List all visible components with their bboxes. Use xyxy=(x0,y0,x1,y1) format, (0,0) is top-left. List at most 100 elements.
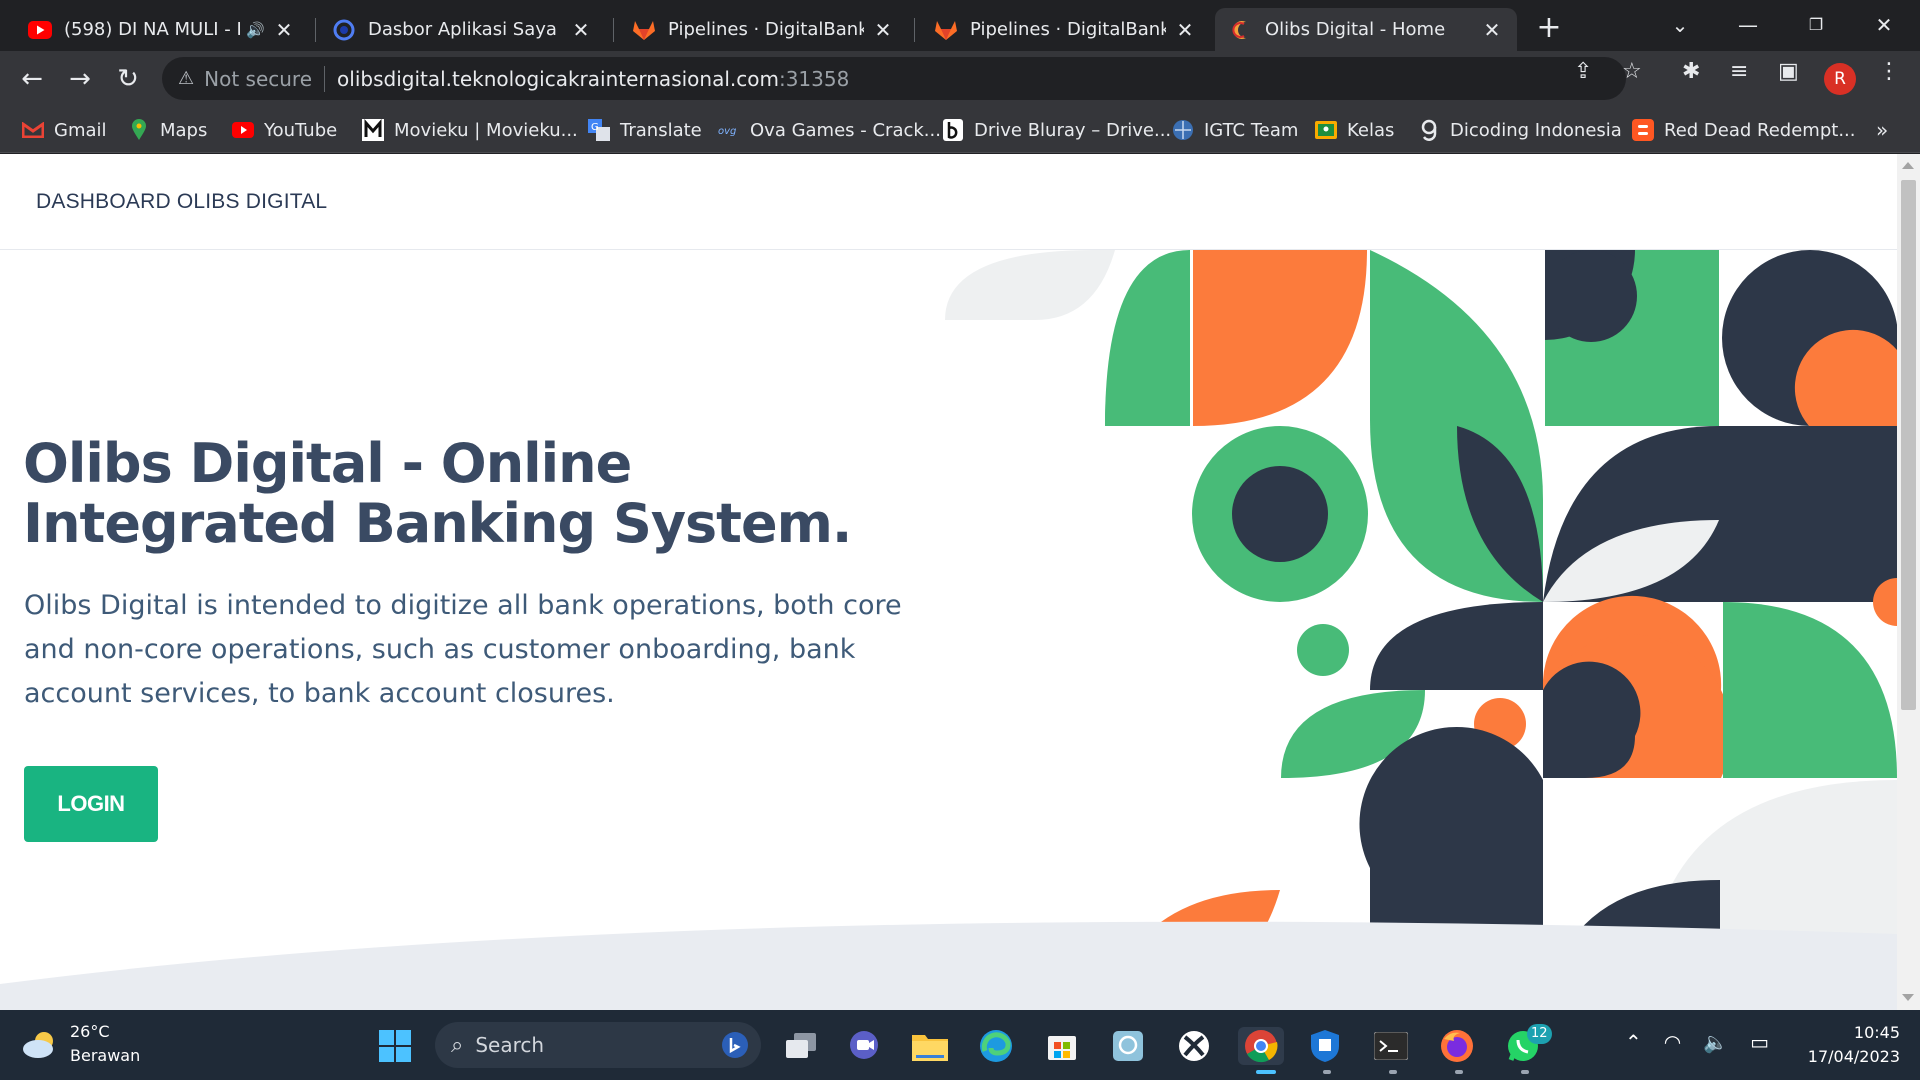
bookmark-youtube[interactable]: YouTube xyxy=(232,116,337,144)
bookmark-star-icon[interactable]: ☆ xyxy=(1622,59,1642,84)
close-tab-icon[interactable]: ✕ xyxy=(273,18,295,42)
gitlab-icon xyxy=(934,18,958,42)
tab-gitlab-2[interactable]: Pipelines · DigitalBank / Fr ✕ xyxy=(920,8,1210,51)
close-tab-icon[interactable]: ✕ xyxy=(872,18,894,42)
terminal-icon[interactable] xyxy=(1372,1027,1410,1065)
taskbar-search[interactable]: ⌕ Search xyxy=(435,1022,761,1068)
new-tab-button[interactable]: + xyxy=(1530,10,1568,48)
scroll-down-icon[interactable] xyxy=(1902,994,1914,1001)
minimize-button[interactable]: — xyxy=(1720,8,1776,42)
show-hidden-icons-icon[interactable]: ⌃ xyxy=(1625,1030,1642,1054)
bookmark-label: Ova Games - Crack... xyxy=(750,119,941,141)
login-button[interactable]: LOGIN xyxy=(24,766,158,842)
page-viewport: DASHBOARD OLIBS DIGITAL Olibs Digital - … xyxy=(0,154,1897,1010)
url-host[interactable]: olibsdigital.teknologicakrainternasional… xyxy=(337,67,779,91)
bookmark-igtc[interactable]: IGTC Team xyxy=(1172,116,1298,144)
close-tab-icon[interactable]: ✕ xyxy=(1481,18,1503,42)
tab-youtube[interactable]: (598) DI NA MULI - BY 🔊 ✕ xyxy=(14,8,309,51)
volume-icon[interactable]: 🔈 xyxy=(1703,1030,1728,1054)
bookmark-label: Maps xyxy=(160,119,208,141)
bookmark-movieku[interactable]: Movieku | Movieku... xyxy=(362,116,578,144)
leaf-shape xyxy=(1105,890,1280,1010)
bookmark-label: Kelas xyxy=(1347,119,1395,141)
task-view-icon[interactable] xyxy=(782,1027,820,1065)
scrollbar-thumb[interactable] xyxy=(1901,180,1916,710)
bing-icon[interactable] xyxy=(721,1031,749,1064)
menu-icon[interactable]: ⋮ xyxy=(1878,59,1900,84)
circle-shape xyxy=(1232,466,1328,562)
xbox-icon[interactable] xyxy=(1175,1027,1213,1065)
wifi-icon[interactable]: ◠ xyxy=(1664,1030,1681,1054)
side-panel-icon[interactable]: ▣ xyxy=(1778,59,1799,84)
running-indicator xyxy=(1521,1070,1529,1074)
weather-widget[interactable]: 26°C Berawan xyxy=(22,1020,140,1068)
chrome-taskbar-icon[interactable] xyxy=(1238,1027,1284,1065)
profile-avatar[interactable]: R xyxy=(1824,63,1856,95)
reload-button[interactable]: ↻ xyxy=(108,59,148,99)
defender-icon[interactable] xyxy=(1306,1027,1344,1065)
scroll-up-icon[interactable] xyxy=(1902,162,1914,169)
bookmarks-overflow-button[interactable]: » xyxy=(1876,116,1888,144)
share-icon[interactable]: ⇪ xyxy=(1574,59,1592,84)
warning-icon[interactable]: ⚠ xyxy=(178,68,194,89)
blogger-icon xyxy=(1632,119,1654,141)
forward-button[interactable]: → xyxy=(60,59,100,99)
windows-taskbar: 26°C Berawan ⌕ Search 12 ⌃ ◠ 🔈 ▭ 10:45 1… xyxy=(0,1010,1920,1080)
browser-toolbar: ← → ↻ ⚠ Not secure olibsdigital.teknolog… xyxy=(0,51,1920,106)
bookmark-kelas[interactable]: Kelas xyxy=(1315,116,1394,144)
page-scrollbar[interactable] xyxy=(1897,154,1920,1010)
teams-chat-icon[interactable] xyxy=(845,1027,883,1065)
leaf-shape xyxy=(945,250,1115,320)
tab-nutanix[interactable]: Dasbor Aplikasi Saya | Nut ✕ xyxy=(318,8,606,51)
drivebluray-icon xyxy=(942,119,964,141)
system-clock[interactable]: 10:45 17/04/2023 xyxy=(1780,1021,1900,1069)
brand-title[interactable]: DASHBOARD OLIBS DIGITAL xyxy=(36,190,327,214)
hero-description: Olibs Digital is intended to digitize al… xyxy=(24,590,902,709)
bookmark-maps[interactable]: Maps xyxy=(128,116,207,144)
bookmark-label: Movieku | Movieku... xyxy=(394,119,578,141)
search-label: Search xyxy=(475,1033,545,1057)
url-port[interactable]: :31358 xyxy=(779,67,849,91)
close-tab-icon[interactable]: ✕ xyxy=(570,18,592,42)
address-bar[interactable]: ⚠ Not secure olibsdigital.teknologicakra… xyxy=(162,57,1626,100)
windows-start-icon[interactable] xyxy=(376,1027,414,1065)
tab-olibs-active[interactable]: Olibs Digital - Home ✕ xyxy=(1215,8,1517,51)
tab-separator xyxy=(914,18,915,42)
back-button[interactable]: ← xyxy=(12,59,52,99)
bookmark-red-dead[interactable]: Red Dead Redempt... xyxy=(1632,116,1856,144)
tab-gitlab-1[interactable]: Pipelines · DigitalBank / Sh ✕ xyxy=(618,8,908,51)
classroom-icon xyxy=(1315,119,1337,141)
running-indicator xyxy=(1323,1070,1331,1074)
edge-icon[interactable] xyxy=(977,1027,1015,1065)
audio-icon[interactable]: 🔊 xyxy=(246,21,265,39)
tab-title: Pipelines · DigitalBank / Sh xyxy=(668,19,864,40)
bookmark-ovagames[interactable]: ovg Ova Games - Crack... xyxy=(718,116,941,144)
extensions-icon[interactable]: ✱ xyxy=(1682,59,1700,84)
tab-title: Pipelines · DigitalBank / Fr xyxy=(970,19,1166,40)
bookmark-drivebluray[interactable]: Drive Bluray – Drive... xyxy=(942,116,1171,144)
close-tab-icon[interactable]: ✕ xyxy=(1174,18,1196,42)
tab-search-chevron-icon[interactable]: ⌄ xyxy=(1652,8,1708,42)
microsoft-store-icon[interactable] xyxy=(1043,1027,1081,1065)
weather-description: Berawan xyxy=(70,1046,141,1065)
bookmark-gmail[interactable]: Gmail xyxy=(22,116,107,144)
security-label[interactable]: Not secure xyxy=(204,67,312,91)
tab-separator xyxy=(315,18,316,42)
bookmark-label: Dicoding Indonesia xyxy=(1450,119,1622,141)
bookmarks-bar: Gmail Maps YouTube Movieku | Movieku... … xyxy=(0,106,1920,153)
restore-button[interactable]: ❐ xyxy=(1788,8,1844,42)
running-indicator xyxy=(1389,1070,1397,1074)
half-circle-shape xyxy=(1543,661,1641,778)
olibs-icon xyxy=(1229,18,1253,42)
ovagames-icon: ovg xyxy=(718,119,740,141)
close-window-button[interactable]: ✕ xyxy=(1856,8,1912,42)
bookmark-translate[interactable]: G Translate xyxy=(588,116,702,144)
bookmark-dicoding[interactable]: Dicoding Indonesia xyxy=(1418,116,1622,144)
photos-app-icon[interactable] xyxy=(1109,1027,1147,1065)
quarter-shape xyxy=(1723,602,1897,778)
leaf-shape xyxy=(1105,250,1190,426)
media-controls-icon[interactable]: ≡ xyxy=(1730,59,1748,84)
file-explorer-icon[interactable] xyxy=(911,1027,949,1065)
battery-icon[interactable]: ▭ xyxy=(1750,1030,1769,1054)
firefox-icon[interactable] xyxy=(1438,1027,1476,1065)
